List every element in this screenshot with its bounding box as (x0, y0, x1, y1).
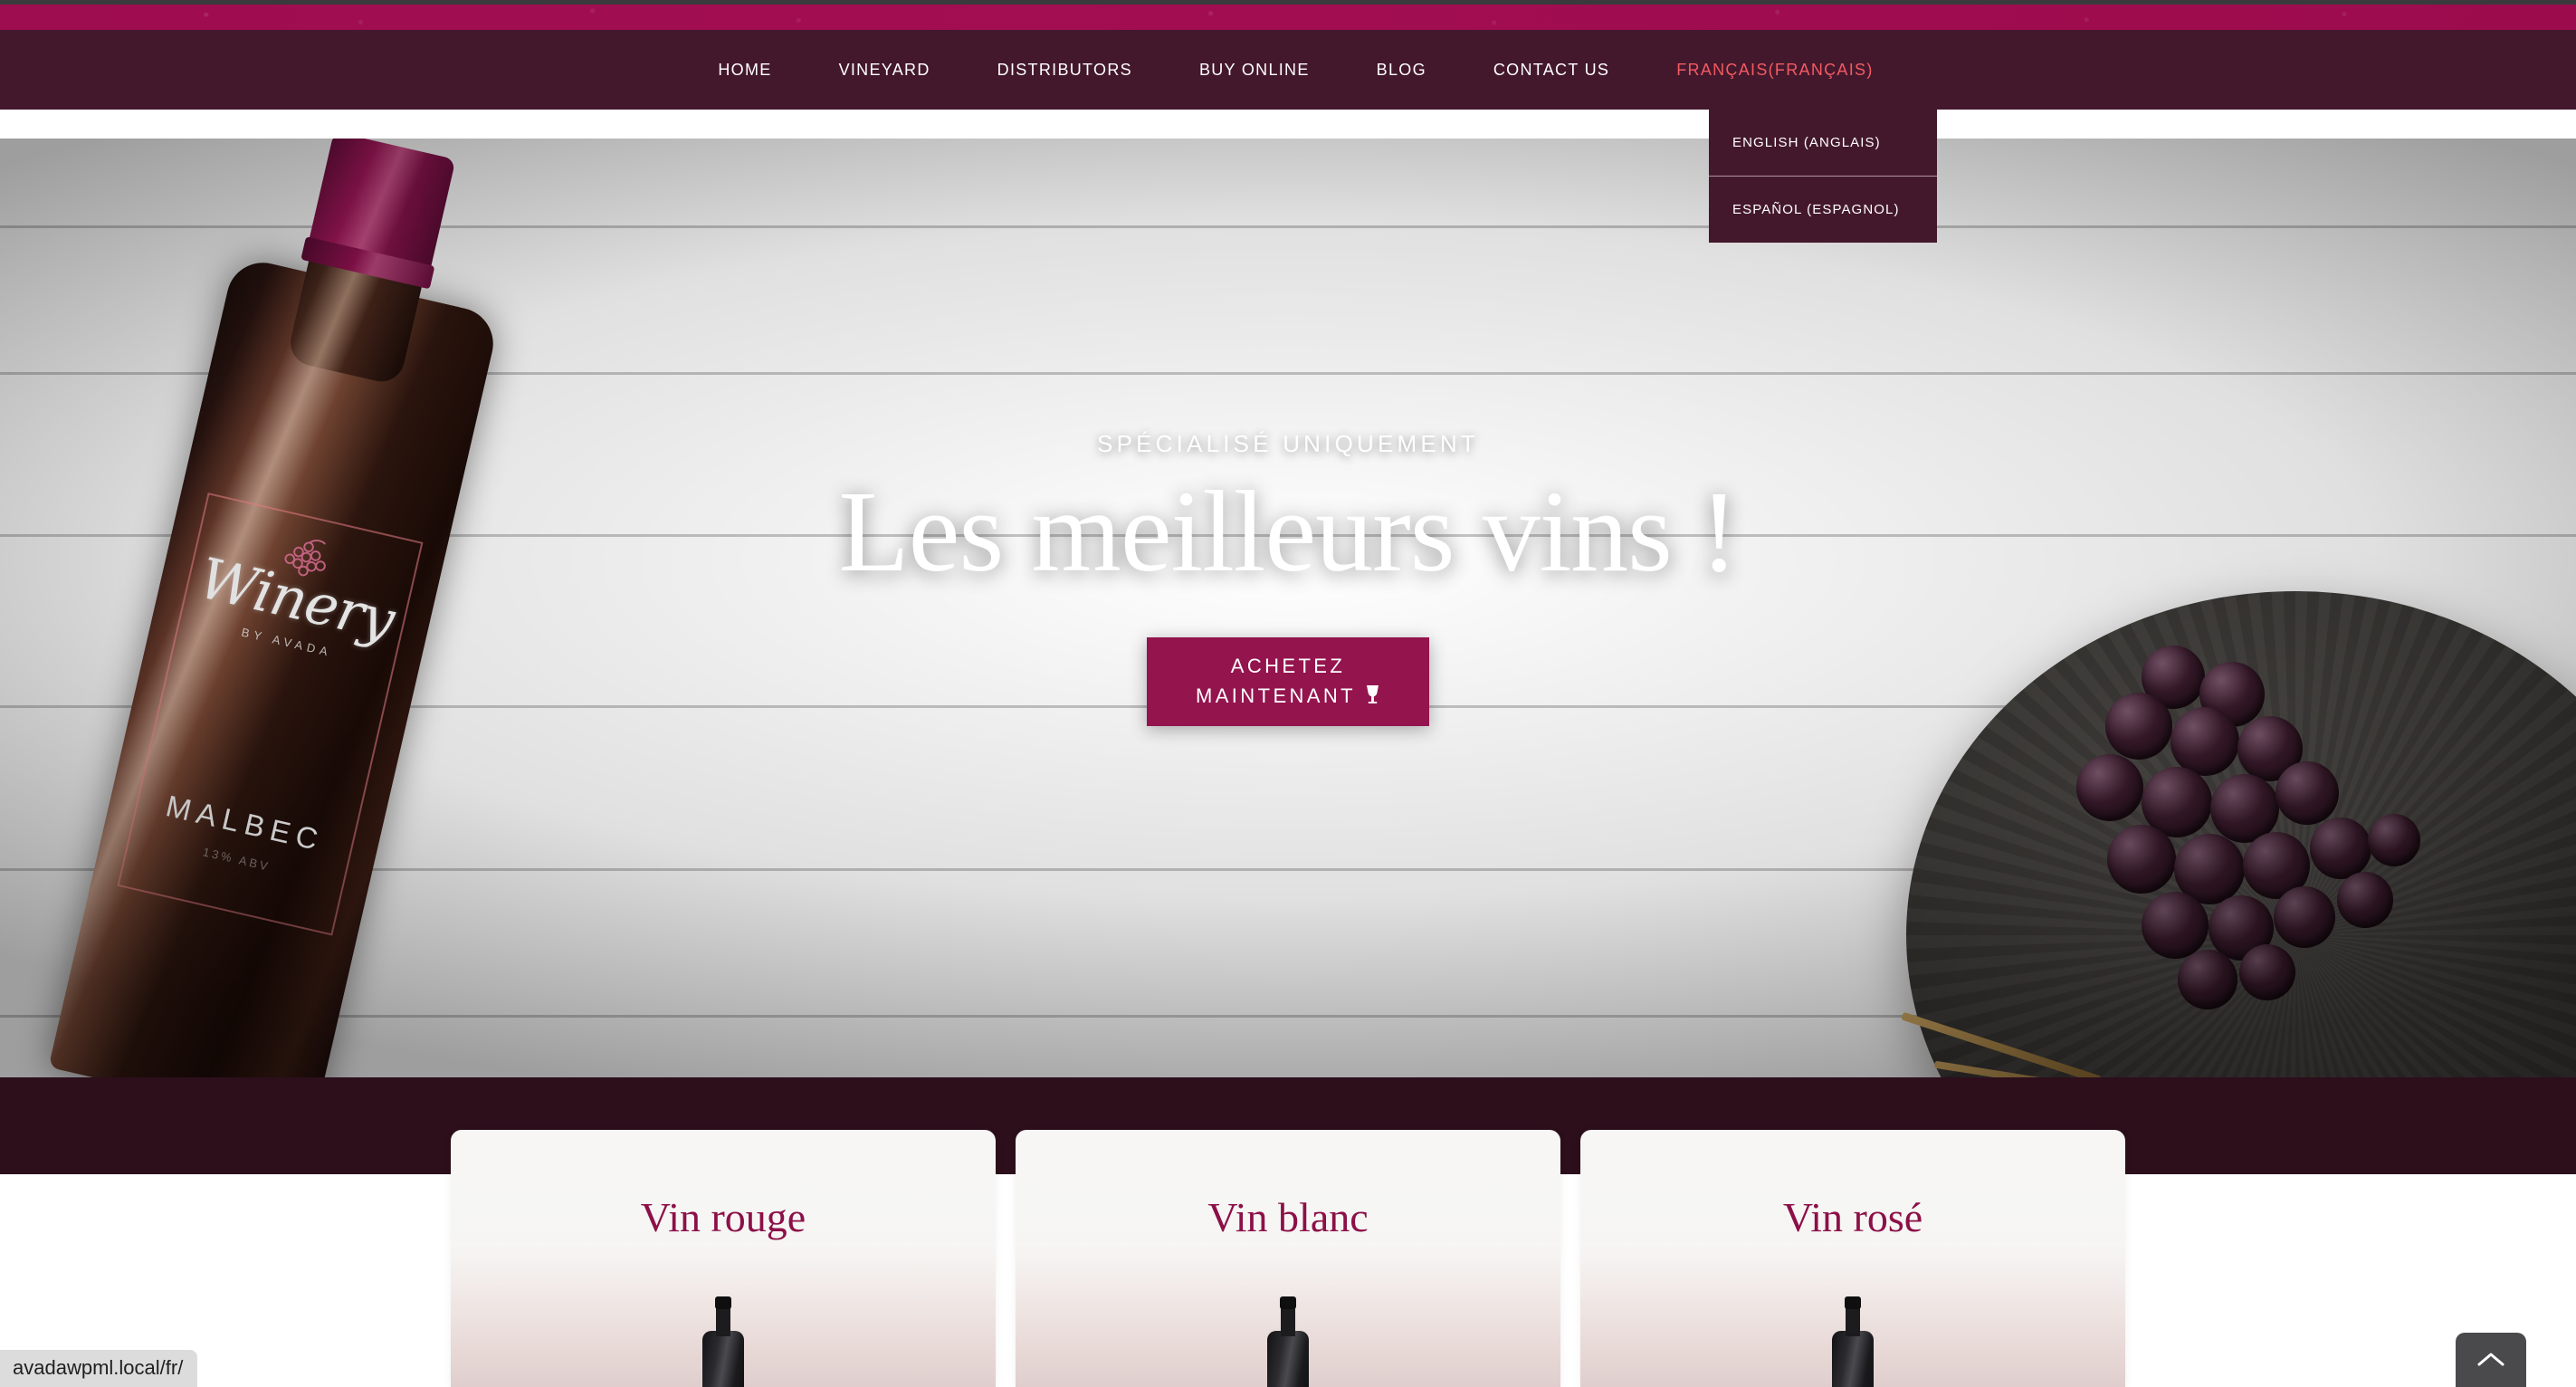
wine-card-title: Vin rouge (640, 1194, 806, 1240)
page-root: HOME VINEYARD DISTRIBUTORS BUY ONLINE BL… (0, 0, 2576, 1387)
card-bottle-image (702, 1296, 744, 1387)
nav-item-blog[interactable]: BLOG (1343, 30, 1460, 110)
wine-cards-row: Vin rouge Vin blanc Vin rosé (451, 1130, 2125, 1387)
nav-item-home[interactable]: HOME (684, 30, 805, 110)
wine-card-title: Vin rosé (1782, 1194, 1923, 1240)
language-dropdown-menu: ENGLISH (ANGLAIS) ESPAÑOL (ESPAGNOL) (1709, 110, 1937, 243)
top-accent-bar (0, 5, 2576, 30)
wine-card-red[interactable]: Vin rouge (451, 1130, 996, 1387)
nav-item-contact-us[interactable]: CONTACT US (1460, 30, 1643, 110)
chevron-up-icon (2477, 1353, 2504, 1366)
language-option-espanol[interactable]: ESPAÑOL (ESPAGNOL) (1709, 177, 1937, 243)
buy-now-button[interactable]: ACHETEZ MAINTENANT (1147, 636, 1429, 726)
buy-now-label-line2: MAINTENANT (1196, 684, 1356, 707)
scroll-to-top-button[interactable] (2456, 1333, 2526, 1387)
site-header: HOME VINEYARD DISTRIBUTORS BUY ONLINE BL… (0, 30, 2576, 110)
wine-glass-icon (1365, 683, 1380, 713)
nav-item-vineyard[interactable]: VINEYARD (806, 30, 964, 110)
main-nav: HOME VINEYARD DISTRIBUTORS BUY ONLINE BL… (684, 30, 1891, 110)
buy-now-label-line1: ACHETEZ (1230, 654, 1346, 677)
nav-item-language-switcher[interactable]: FRANÇAIS(FRANÇAIS) (1643, 30, 1891, 110)
nav-item-distributors[interactable]: DISTRIBUTORS (964, 30, 1166, 110)
language-option-english[interactable]: ENGLISH (ANGLAIS) (1709, 110, 1937, 176)
hero-eyebrow: SPÉCIALISÉ UNIQUEMENT (1097, 430, 1479, 457)
wine-card-rose[interactable]: Vin rosé (1580, 1130, 2125, 1387)
hero-content: SPÉCIALISÉ UNIQUEMENT Les meilleurs vins… (0, 139, 2576, 1077)
header-gap (0, 110, 2576, 139)
wine-card-white[interactable]: Vin blanc (1016, 1130, 1560, 1387)
nav-item-buy-online[interactable]: BUY ONLINE (1166, 30, 1343, 110)
browser-status-bar: avadawpml.local/fr/ (0, 1350, 198, 1387)
card-bottle-image (1267, 1296, 1309, 1387)
card-bottle-image (1832, 1296, 1874, 1387)
hero-section: Winery BY AVADA MALBEC 13% ABV SPÉCIALIS… (0, 139, 2576, 1077)
hero-title: Les meilleurs vins ! (838, 467, 1738, 596)
buy-now-label: ACHETEZ MAINTENANT (1196, 651, 1380, 713)
wine-card-title: Vin blanc (1207, 1194, 1369, 1240)
